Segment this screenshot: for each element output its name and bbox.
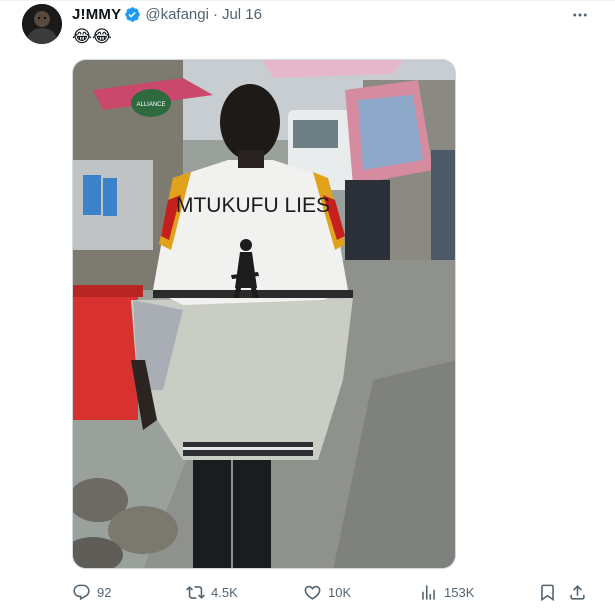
shirt-text: MTUKUFU LIES [176, 194, 330, 217]
reply-count: 92 [97, 584, 112, 600]
share-button[interactable] [568, 580, 587, 604]
tweet-photo[interactable]: MTUKUFU LIES ALLIANCE [72, 59, 456, 569]
bookmark-button[interactable] [538, 580, 557, 604]
bookmark-icon [541, 584, 554, 601]
reply-icon [73, 584, 90, 600]
user-handle[interactable]: @kafangi [145, 6, 209, 23]
top-divider [0, 0, 615, 1]
share-icon [570, 584, 585, 600]
views-count: 153K [444, 584, 475, 600]
action-bar: 92 4.5K 10K 153K [72, 580, 594, 604]
views-icon [422, 584, 435, 600]
more-options-icon[interactable] [571, 6, 589, 24]
tweet-date[interactable]: Jul 16 [222, 6, 262, 23]
like-count: 10K [328, 584, 352, 600]
like-button[interactable]: 10K [303, 580, 351, 604]
reply-button[interactable]: 92 [72, 580, 111, 604]
tweet-text: 😂😂 [72, 27, 112, 46]
like-icon [304, 585, 321, 600]
retweet-count: 4.5K [211, 584, 238, 600]
views-button[interactable]: 153K [419, 580, 474, 604]
display-name[interactable]: J!MMY [72, 6, 121, 23]
tweet-card: J!MMY @kafangi · Jul 16 😂😂 MTUKUFU LIES … [0, 0, 615, 609]
retweet-button[interactable]: 4.5K [186, 580, 238, 604]
verified-badge-icon [125, 6, 141, 22]
retweet-icon [186, 585, 205, 599]
tweet-header: J!MMY @kafangi · Jul 16 [72, 4, 262, 24]
sign-text: ALLIANCE [136, 102, 165, 108]
avatar[interactable] [22, 4, 62, 44]
separator-dot: · [212, 5, 218, 23]
